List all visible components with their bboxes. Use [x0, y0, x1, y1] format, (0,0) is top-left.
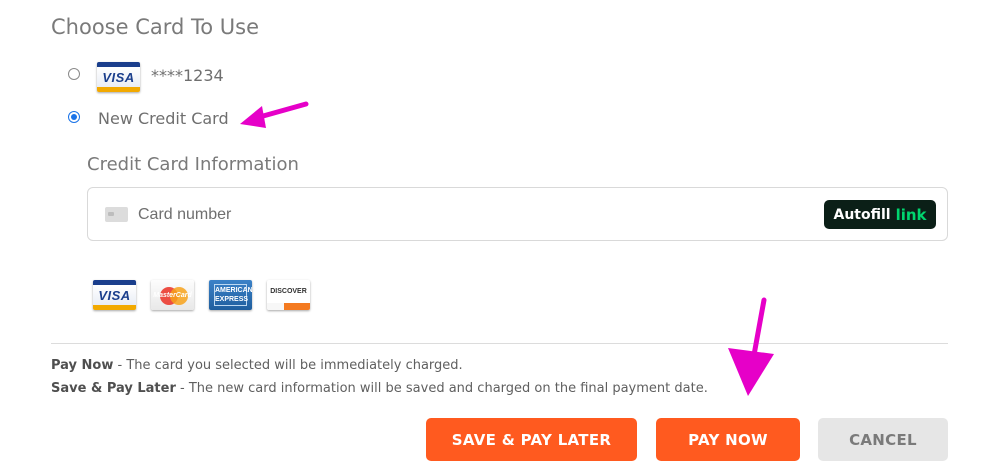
- section-title: Choose Card To Use: [51, 15, 260, 39]
- visa-logo-icon: VISA: [97, 62, 140, 92]
- card-number-field[interactable]: Autofill link: [87, 187, 948, 241]
- autofill-text: Autofill: [833, 206, 891, 223]
- accepted-card-discover: DISCOVER: [270, 288, 307, 295]
- divider: [51, 343, 948, 344]
- save-pay-later-button[interactable]: SAVE & PAY LATER: [426, 418, 637, 461]
- pay-now-help: Pay Now - The card you selected will be …: [51, 358, 463, 373]
- save-later-desc: - The new card information will be saved…: [175, 381, 708, 396]
- pay-now-button[interactable]: PAY NOW: [656, 418, 800, 461]
- visa-logo-icon: VISA: [93, 280, 136, 310]
- amex-logo-icon: AMERICAN EXPRESS: [209, 280, 252, 310]
- annotation-arrow-icon: [240, 101, 309, 128]
- discover-logo-icon: DISCOVER: [267, 280, 310, 310]
- cancel-button[interactable]: CANCEL: [818, 418, 948, 461]
- accepted-card-visa: VISA: [93, 285, 136, 305]
- accepted-card-amex: AMERICAN EXPRESS: [214, 284, 252, 306]
- save-later-term: Save & Pay Later: [51, 381, 176, 396]
- mastercard-logo-icon: MasterCard: [151, 280, 194, 310]
- annotation-arrow-icon: [728, 297, 774, 396]
- new-card-label[interactable]: New Credit Card: [98, 109, 229, 128]
- credit-card-info-title: Credit Card Information: [87, 154, 299, 175]
- pay-now-term: Pay Now: [51, 358, 114, 373]
- new-card-radio[interactable]: [68, 111, 80, 123]
- saved-card-brand: VISA: [97, 67, 140, 87]
- save-later-help: Save & Pay Later - The new card informat…: [51, 381, 708, 396]
- autofill-link-button[interactable]: Autofill link: [824, 200, 936, 229]
- link-brand-text: link: [895, 205, 927, 224]
- accepted-card-mastercard: MasterCard: [153, 292, 192, 299]
- card-icon: [105, 207, 128, 222]
- pay-now-desc: - The card you selected will be immediat…: [113, 358, 463, 373]
- saved-card-number: ****1234: [151, 66, 224, 85]
- card-number-input[interactable]: [136, 203, 740, 227]
- saved-card-radio[interactable]: [68, 68, 80, 80]
